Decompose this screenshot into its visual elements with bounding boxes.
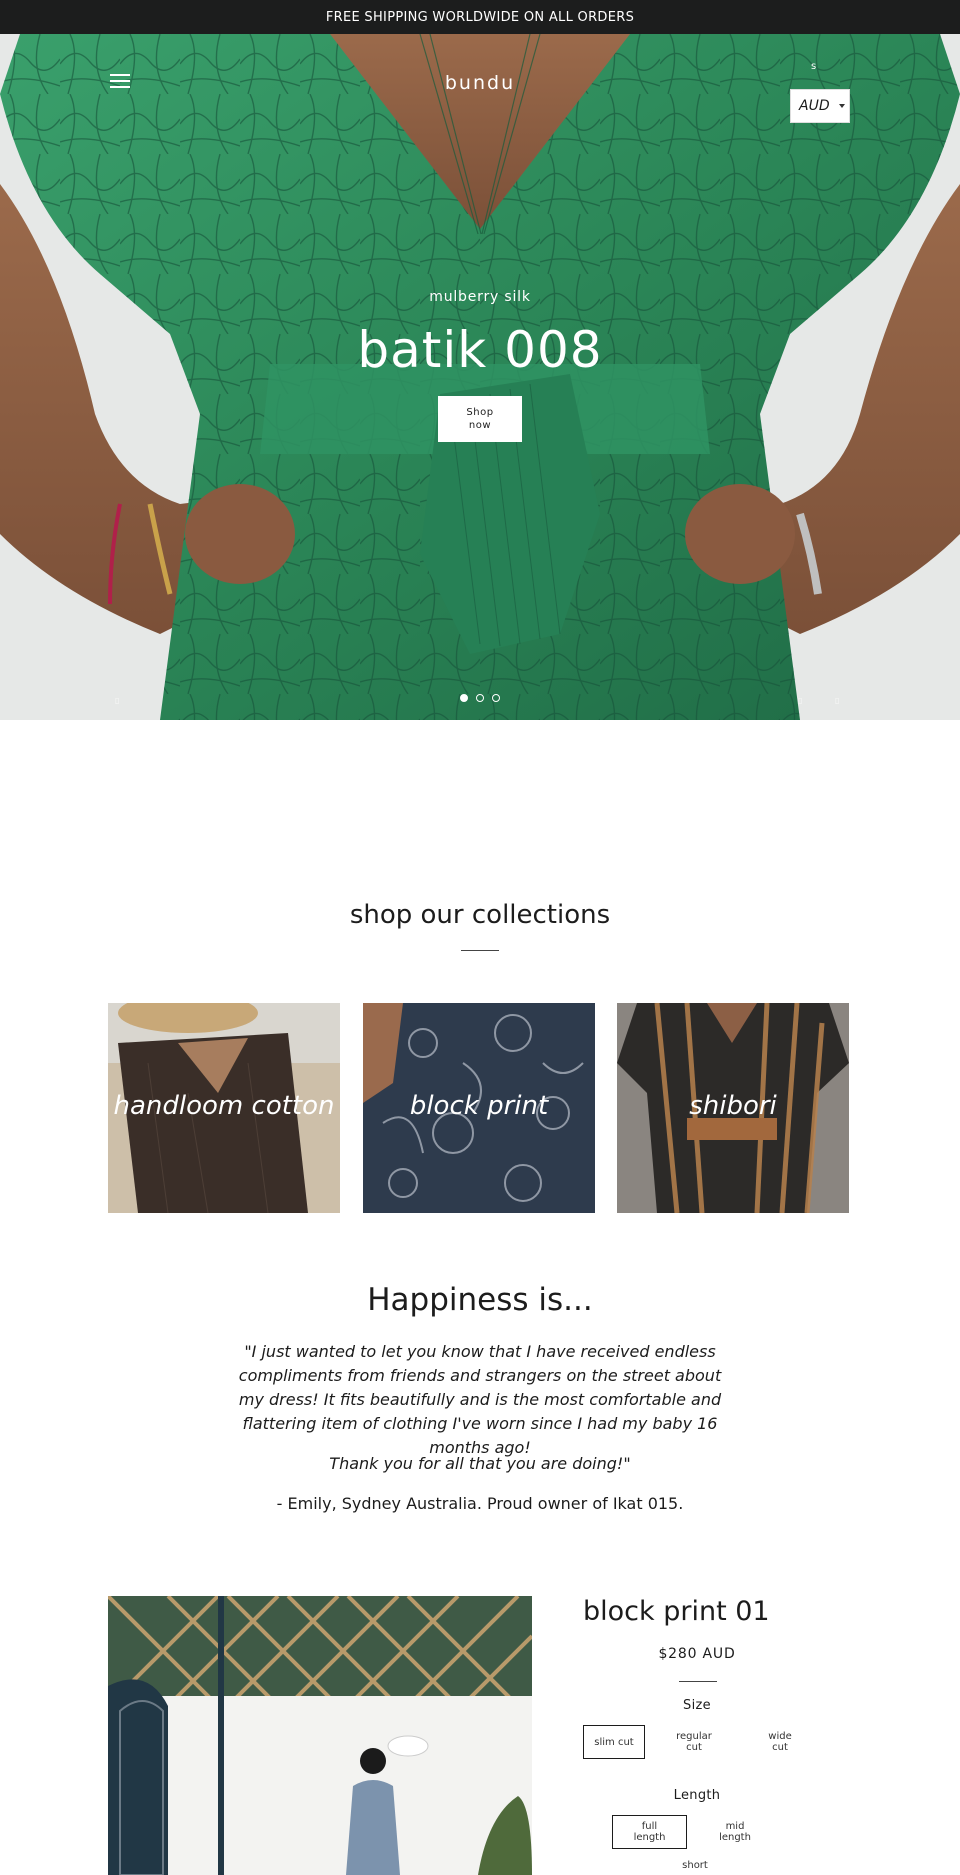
announcement-bar: FREE SHIPPING WORLDWIDE ON ALL ORDERS: [0, 0, 960, 34]
size-option-wide-cut[interactable]: wide cut: [750, 1725, 810, 1759]
testimonial-attribution: - Emily, Sydney Australia. Proud owner o…: [276, 1494, 684, 1513]
prev-slide-icon[interactable]: ▯: [798, 696, 802, 705]
testimonial-title: Happiness is...: [367, 1282, 593, 1318]
size-option-regular-cut[interactable]: regular cut: [666, 1725, 722, 1759]
pause-icon[interactable]: ▯: [115, 696, 119, 705]
product-photo: [108, 1596, 532, 1875]
collection-label: block print: [409, 1091, 549, 1121]
length-label: Length: [673, 1788, 721, 1803]
product-title[interactable]: block print 01: [583, 1596, 770, 1627]
collections-title: shop our collections: [349, 900, 611, 930]
announcement-text: FREE SHIPPING WORLDWIDE ON ALL ORDERS: [325, 9, 635, 25]
currency-value: AUD: [799, 98, 830, 114]
collection-card-block-print[interactable]: block print: [363, 1003, 595, 1213]
hero-slideshow[interactable]: bundu s AUD mulberry silk batik 008 Shop…: [0, 34, 960, 720]
title-divider: [461, 950, 499, 951]
hero-subtitle: mulberry silk: [429, 289, 531, 305]
length-option-full-length[interactable]: full length: [612, 1815, 687, 1849]
product-image[interactable]: [108, 1596, 532, 1875]
slide-dot-3[interactable]: [492, 694, 500, 702]
testimonial-thanks: Thank you for all that you are doing!": [329, 1454, 631, 1473]
price-divider: [679, 1681, 717, 1682]
shop-now-button[interactable]: Shop now: [438, 396, 522, 442]
currency-select[interactable]: AUD: [790, 89, 850, 123]
length-option-short[interactable]: short: [660, 1856, 730, 1874]
product-price: $280 AUD: [658, 1646, 736, 1662]
chevron-down-icon: [839, 104, 845, 108]
length-option-mid-length[interactable]: mid length: [700, 1815, 770, 1849]
slide-dots: [460, 694, 500, 702]
collection-label: shibori: [689, 1091, 777, 1121]
hero-title: batik 008: [357, 321, 603, 379]
size-label: Size: [683, 1698, 711, 1713]
collection-label: handloom cotton: [113, 1091, 335, 1121]
cart-count[interactable]: s: [811, 61, 816, 72]
collection-card-handloom-cotton[interactable]: handloom cotton: [108, 1003, 340, 1213]
collection-card-shibori[interactable]: shibori: [617, 1003, 849, 1213]
slide-dot-1[interactable]: [460, 694, 468, 702]
size-option-slim-cut[interactable]: slim cut: [583, 1725, 645, 1759]
next-slide-icon[interactable]: ▯: [835, 696, 839, 705]
testimonial-quote: "I just wanted to let you know that I ha…: [238, 1342, 722, 1457]
slide-dot-2[interactable]: [476, 694, 484, 702]
